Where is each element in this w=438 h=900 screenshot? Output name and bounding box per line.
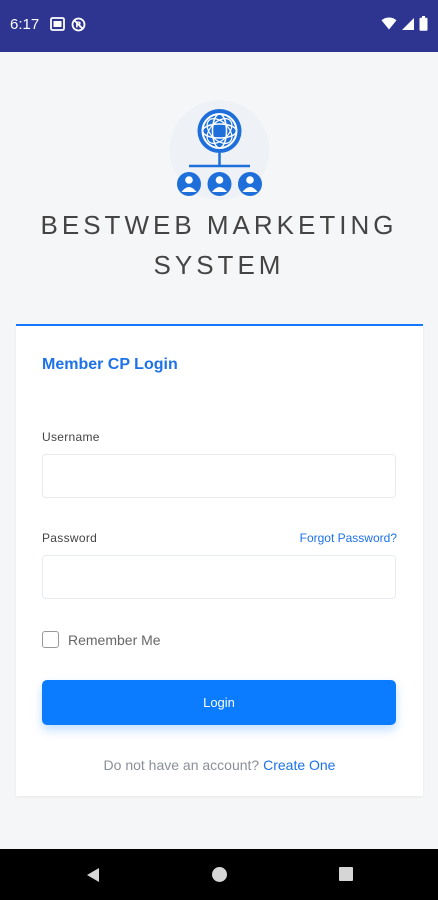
status-system-icons (381, 16, 428, 31)
no-sync-icon: R (71, 17, 86, 32)
remember-me[interactable]: Remember Me (42, 631, 161, 648)
username-label: Username (42, 430, 100, 444)
wifi-icon (381, 17, 397, 30)
gallery-icon (50, 17, 65, 31)
create-account-link[interactable]: Create One (263, 757, 335, 773)
signup-prompt: Do not have an account? Create One (16, 757, 423, 773)
remember-me-checkbox[interactable] (42, 631, 59, 648)
brand-logo (166, 100, 273, 200)
brand-name-line-1: BESTWEB MARKETING (40, 210, 398, 240)
password-label: Password (42, 531, 98, 545)
login-button[interactable]: Login (42, 680, 396, 725)
network-globe-icon (169, 100, 270, 200)
username-input[interactable] (42, 454, 396, 498)
remember-me-label[interactable]: Remember Me (68, 632, 161, 648)
status-bar: 6:17 R (0, 0, 438, 52)
brand-name-line-2: SYSTEM (153, 250, 285, 280)
login-title: Member CP Login (42, 356, 178, 373)
signal-icon (402, 17, 414, 30)
battery-icon (419, 16, 428, 31)
svg-text:R: R (75, 21, 81, 30)
signup-text: Do not have an account? (103, 757, 260, 773)
navigation-bar (0, 849, 438, 900)
home-icon[interactable] (212, 867, 227, 882)
recents-icon[interactable] (339, 867, 353, 881)
status-time: 6:17 (10, 16, 40, 33)
login-card: Member CP Login Username Password Forgot… (16, 324, 423, 796)
forgot-password-link[interactable]: Forgot Password? (300, 531, 397, 545)
status-notification-icons: R (50, 17, 86, 32)
password-input[interactable] (42, 555, 396, 599)
back-icon[interactable] (86, 867, 100, 883)
